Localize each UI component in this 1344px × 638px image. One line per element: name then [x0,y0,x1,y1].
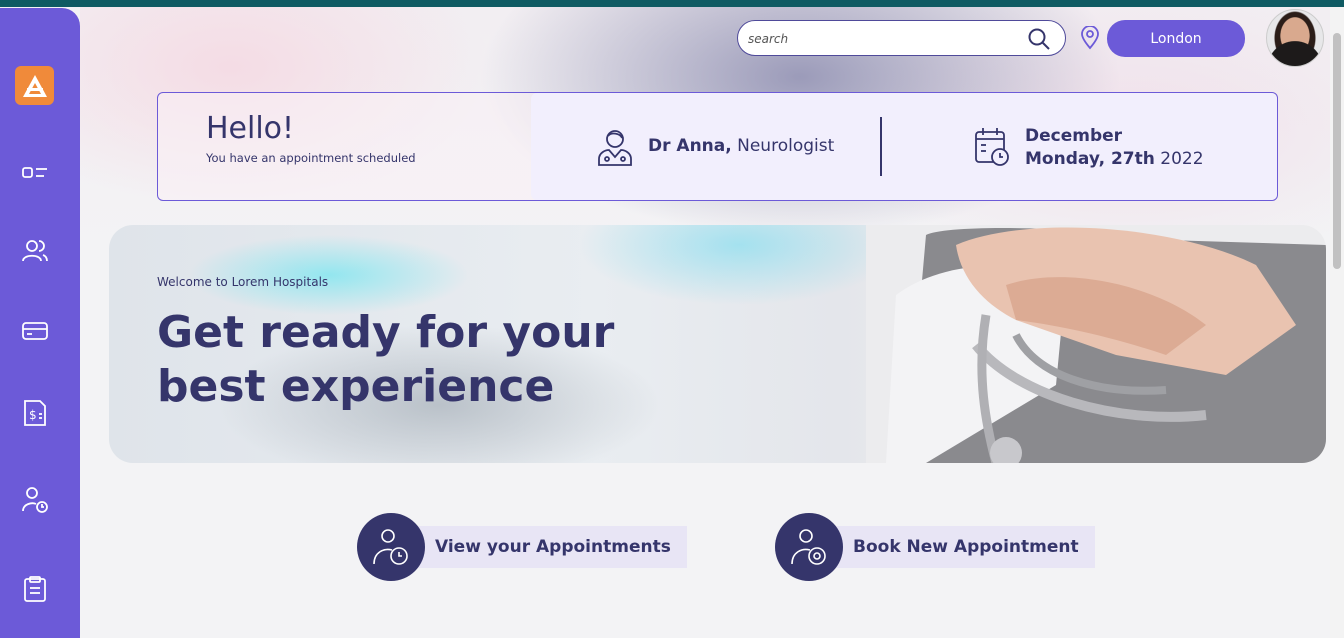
search-input[interactable] [748,29,1018,49]
doctor-icon [595,127,635,167]
svg-text:$: $ [29,408,37,422]
payment-card-icon[interactable] [20,316,50,346]
app-logo[interactable] [15,66,54,105]
appointment-card: Hello! You have an appointment scheduled… [157,92,1278,201]
dashboard-icon[interactable] [20,158,50,188]
scrollbar-thumb[interactable] [1333,33,1341,269]
book-appointment-label: Book New Appointment [833,526,1095,568]
appointment-day: Monday, 27th [1025,149,1155,169]
sidebar: $ [0,8,80,638]
doctor-specialty: Neurologist [737,136,835,156]
divider [880,117,882,176]
hero-title-line2: best experience [157,361,555,412]
greeting-subtitle: You have an appointment scheduled [206,151,416,165]
view-appointments-label: View your Appointments [415,526,687,568]
user-avatar[interactable] [1266,9,1324,67]
window-top-bar [0,0,1344,7]
book-appointment-button[interactable]: Book New Appointment [775,513,1095,581]
view-appointments-button[interactable]: View your Appointments [357,513,687,581]
user-add-icon [775,513,843,581]
location-pin-icon[interactable] [1080,25,1100,50]
clipboard-icon[interactable] [20,574,50,604]
patients-icon[interactable] [20,236,50,266]
appointment-details: Dr Anna, Neurologist December Monday, 27… [531,93,1277,200]
doctor-schedule-icon[interactable] [20,485,50,515]
user-clock-icon [357,513,425,581]
scrollbar[interactable] [1330,7,1344,638]
search-icon[interactable] [1027,27,1051,51]
hero-welcome: Welcome to Lorem Hospitals [157,275,329,289]
calendar-clock-icon [974,126,1010,166]
doctor-stethoscope-image [866,225,1326,463]
doctor-name: Dr Anna, [648,136,732,156]
greeting-title: Hello! [206,111,295,146]
doctor-info: Dr Anna, Neurologist [648,136,834,156]
hero-title-line1: Get ready for your [157,307,615,358]
appointment-month: December [1025,126,1123,146]
hero-banner: Welcome to Lorem Hospitals Get ready for… [109,225,1326,463]
location-button[interactable]: London [1107,20,1245,57]
appointment-date: Monday, 27th 2022 [1025,149,1204,169]
billing-icon[interactable]: $ [20,398,50,428]
appointment-year: 2022 [1160,149,1204,169]
search-bar [737,20,1066,56]
